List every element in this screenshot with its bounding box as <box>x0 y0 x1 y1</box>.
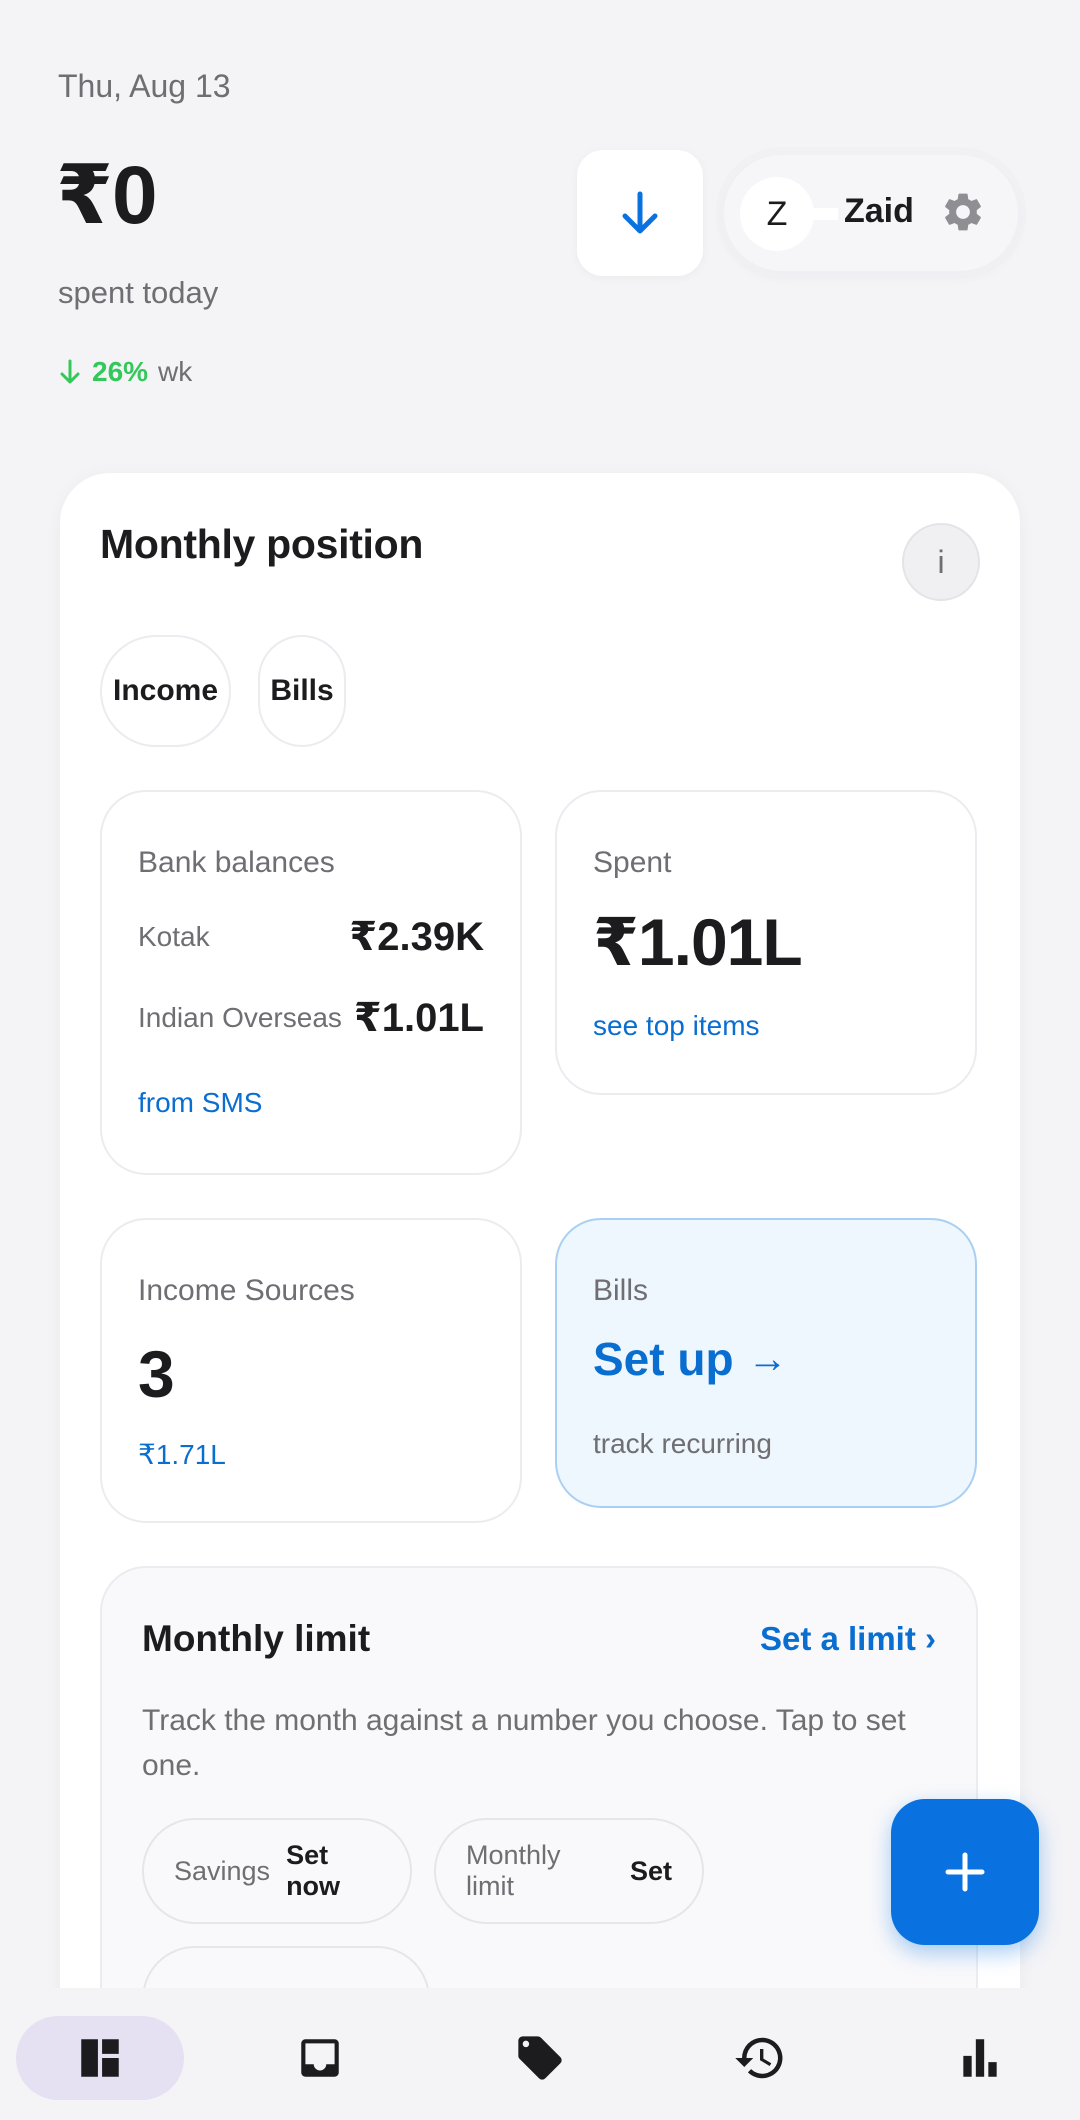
chip-bills[interactable]: Bills <box>258 635 346 747</box>
bills-tile[interactable]: Bills Set up → track recurring <box>555 1218 977 1508</box>
income-sources-label: Income Sources <box>138 1274 355 1307</box>
nav-inbox[interactable] <box>270 2016 370 2100</box>
bills-setup-action[interactable]: Set up → <box>593 1332 788 1386</box>
bank-balances-label: Bank balances <box>138 846 335 879</box>
bank-name: Kotak <box>138 921 210 952</box>
goal-label: Monthly limit <box>466 1840 561 1901</box>
arrow-right-icon: → <box>747 1336 788 1381</box>
spent-label: Spent <box>593 846 672 879</box>
plus-icon <box>945 1852 985 1892</box>
inbox-icon <box>301 2039 339 2077</box>
bank-amount: ₹2.39K <box>349 915 484 959</box>
income-sources-count: 3 <box>138 1337 175 1411</box>
trend-percent: 26% <box>92 356 149 387</box>
monthly-limit-goal-chip[interactable]: Monthly limit Set <box>434 1818 704 1924</box>
bottom-nav <box>0 1988 1080 2120</box>
trend-down-arrow-icon <box>58 358 82 386</box>
from-sms-link[interactable]: from SMS <box>138 1087 262 1119</box>
spent-tile[interactable]: Spent ₹1.01L see top items <box>555 790 977 1095</box>
trend-unit: wk <box>158 356 193 387</box>
weekly-trend: 26% wk <box>58 356 192 388</box>
set-limit-link[interactable]: Set a limit › <box>760 1620 936 1658</box>
bills-subtitle: track recurring <box>593 1428 772 1459</box>
monthly-position-card: Monthly position i Income Bills Bank bal… <box>60 473 1020 2066</box>
spent-today-amount: ₹0 <box>56 150 158 241</box>
bank-name: Indian Overseas <box>138 1002 342 1033</box>
profile-pill[interactable]: Z Zaid <box>724 155 1018 271</box>
profile-name[interactable]: Zaid <box>844 192 914 231</box>
bank-row: Indian Overseas ₹1.01L <box>138 995 484 1041</box>
nav-analytics[interactable] <box>930 2016 1030 2100</box>
tag-icon <box>518 2036 562 2080</box>
goal-action: Set <box>629 1855 672 1886</box>
spent-amount: ₹1.01L <box>593 905 803 979</box>
add-button[interactable] <box>891 1799 1039 1945</box>
bank-balances-tile[interactable]: Bank balances Kotak ₹2.39K Indian Overse… <box>100 790 522 1175</box>
dashboard-icon <box>81 2039 119 2077</box>
savings-goal-chip[interactable]: Savings Set now <box>142 1818 412 1924</box>
bills-label: Bills <box>593 1274 649 1307</box>
date-label: Thu, Aug 13 <box>58 68 231 104</box>
bank-amount: ₹1.01L <box>353 996 484 1040</box>
nav-history[interactable] <box>710 2016 810 2100</box>
monthly-limit-description: Track the month against a number you cho… <box>142 1704 906 1782</box>
goal-action: Set now <box>286 1840 341 1901</box>
nav-dashboard[interactable] <box>50 2016 150 2100</box>
card-title: Monthly position <box>100 521 424 567</box>
see-top-items-link[interactable]: see top items <box>593 1010 760 1042</box>
bank-row: Kotak ₹2.39K <box>138 914 484 960</box>
spent-today-label: spent today <box>58 275 219 310</box>
chip-income[interactable]: Income <box>100 635 231 747</box>
setup-label: Set up <box>593 1333 734 1385</box>
info-button[interactable]: i <box>902 523 980 601</box>
monthly-limit-title: Monthly limit <box>142 1618 371 1659</box>
nav-tags[interactable] <box>490 2016 590 2100</box>
goal-label: Savings <box>174 1855 271 1886</box>
avatar[interactable]: Z <box>740 177 814 251</box>
income-sources-amount: ₹1.71L <box>138 1439 226 1470</box>
arrow-down-icon <box>622 191 658 234</box>
bar-chart-icon <box>963 2039 997 2077</box>
download-button[interactable] <box>577 150 703 276</box>
history-icon <box>735 2037 783 2079</box>
income-sources-tile[interactable]: Income Sources 3 ₹1.71L <box>100 1218 522 1523</box>
gear-icon[interactable] <box>940 189 986 235</box>
